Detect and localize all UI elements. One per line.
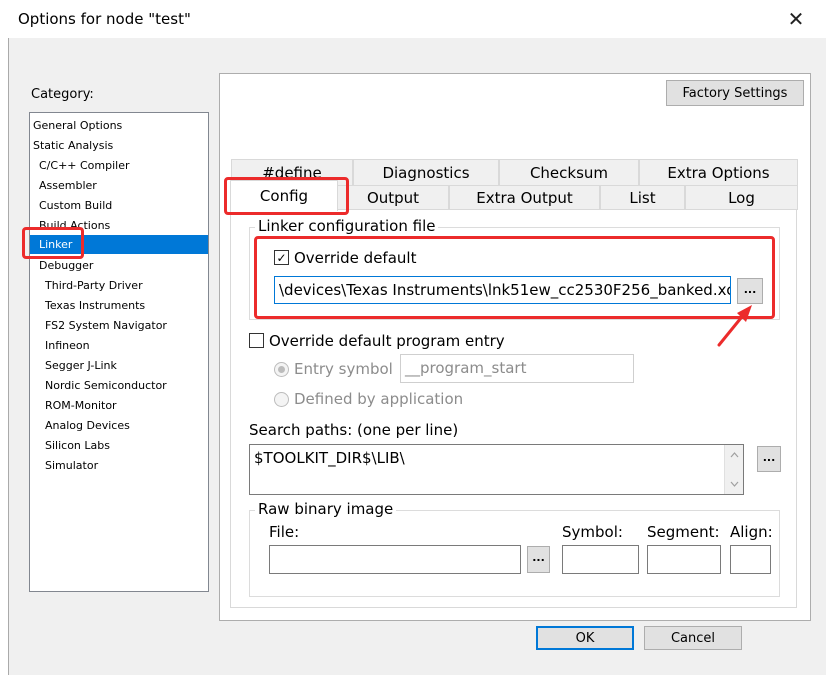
tab-config[interactable]: Config: [230, 180, 338, 211]
category-item-silicon-labs[interactable]: Silicon Labs: [30, 436, 208, 455]
scroll-arrows-icon: [730, 452, 739, 487]
category-item-rom-monitor[interactable]: ROM-Monitor: [30, 396, 208, 415]
tab-checksum[interactable]: Checksum: [499, 159, 639, 185]
override-program-entry-label: Override default program entry: [269, 332, 505, 350]
raw-align-label: Align:: [730, 523, 773, 541]
entry-symbol-radio[interactable]: [274, 362, 289, 377]
raw-file-browse-button[interactable]: ...: [527, 546, 550, 573]
category-item-third-party-driver[interactable]: Third-Party Driver: [30, 276, 208, 295]
raw-align-input[interactable]: [730, 545, 771, 574]
entry-symbol-input[interactable]: __program_start: [400, 354, 634, 383]
defined-by-application-label: Defined by application: [294, 390, 464, 408]
category-item-fs2-system-navigator[interactable]: FS2 System Navigator: [30, 316, 208, 335]
override-default-checkbox[interactable]: ✓: [274, 250, 289, 265]
category-list[interactable]: General Options Static Analysis C/C++ Co…: [29, 112, 209, 592]
category-item-nordic-semiconductor[interactable]: Nordic Semiconductor: [30, 376, 208, 395]
category-item-static-analysis[interactable]: Static Analysis: [30, 136, 208, 155]
category-item-debugger[interactable]: Debugger: [30, 256, 208, 275]
raw-symbol-input[interactable]: [562, 545, 639, 574]
linker-config-group: [249, 227, 780, 320]
close-icon[interactable]: ✕: [780, 4, 812, 34]
override-program-entry-checkbox[interactable]: [249, 333, 264, 348]
linker-config-group-label: Linker configuration file: [255, 217, 439, 235]
entry-symbol-label: Entry symbol: [294, 360, 393, 378]
search-paths-label: Search paths: (one per line): [249, 421, 459, 439]
raw-binary-group-label: Raw binary image: [255, 500, 397, 518]
raw-file-input[interactable]: [269, 545, 521, 574]
category-item-linker[interactable]: Linker: [30, 235, 208, 254]
category-item-simulator[interactable]: Simulator: [30, 456, 208, 475]
raw-segment-label: Segment:: [647, 523, 720, 541]
category-item-texas-instruments[interactable]: Texas Instruments: [30, 296, 208, 315]
category-item-assembler[interactable]: Assembler: [30, 176, 208, 195]
category-item-custom-build[interactable]: Custom Build: [30, 196, 208, 215]
tab-extra-output[interactable]: Extra Output: [449, 185, 600, 210]
category-item-c-cpp-compiler[interactable]: C/C++ Compiler: [30, 156, 208, 175]
category-item-infineon[interactable]: Infineon: [30, 336, 208, 355]
tab-output[interactable]: Output: [337, 185, 449, 210]
category-item-build-actions[interactable]: Build Actions: [30, 216, 208, 235]
cancel-button[interactable]: Cancel: [644, 626, 742, 650]
tab-diagnostics[interactable]: Diagnostics: [353, 159, 499, 185]
raw-file-label: File:: [269, 523, 300, 541]
linker-config-path-input[interactable]: \devices\Texas Instruments\lnk51ew_cc253…: [274, 276, 731, 304]
override-default-label: Override default: [294, 249, 417, 267]
tab-extra-options[interactable]: Extra Options: [639, 159, 798, 185]
window-title: Options for node "test": [18, 10, 191, 28]
ok-button[interactable]: OK: [536, 626, 634, 650]
tab-log[interactable]: Log: [685, 185, 798, 210]
category-item-analog-devices[interactable]: Analog Devices: [30, 416, 208, 435]
raw-symbol-label: Symbol:: [562, 523, 623, 541]
defined-by-application-radio[interactable]: [274, 392, 289, 407]
category-label: Category:: [31, 87, 94, 102]
category-item-segger-j-link[interactable]: Segger J-Link: [30, 356, 208, 375]
search-paths-scrollbar[interactable]: [724, 445, 743, 494]
raw-segment-input[interactable]: [647, 545, 721, 574]
tab-list[interactable]: List: [600, 185, 685, 210]
search-paths-textarea[interactable]: $TOOLKIT_DIR$\LIB\: [249, 444, 744, 495]
factory-settings-button[interactable]: Factory Settings: [666, 80, 804, 106]
search-paths-browse-button[interactable]: ...: [757, 446, 781, 472]
annotation-arrow-icon: [717, 305, 752, 347]
category-item-general-options[interactable]: General Options: [30, 116, 208, 135]
